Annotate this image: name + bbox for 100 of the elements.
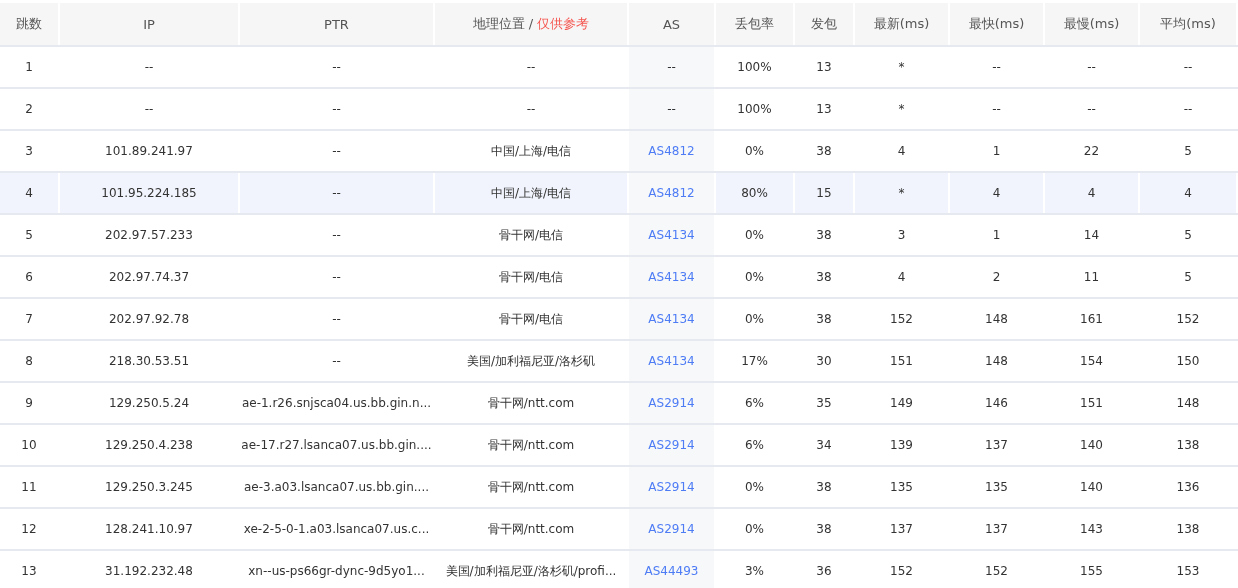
table-row[interactable]: 10 129.250.4.238 ae-17.r27.lsanca07.us.bb.gin.... 骨干网/ntt.com AS2914 6% 34 139 137 140 138 xyxy=(0,425,1238,467)
table-cell: 100% xyxy=(716,89,795,129)
table-row[interactable]: 2 -- -- -- -- 100% 13 * -- -- -- xyxy=(0,89,1238,131)
column-header: AS xyxy=(629,3,716,45)
table-cell: 30 xyxy=(795,341,855,381)
as-link[interactable]: AS2914 xyxy=(629,467,716,507)
header-note: 仅供参考 xyxy=(537,15,590,33)
table-cell: -- xyxy=(1140,89,1238,129)
column-header: 跳数 xyxy=(0,3,60,45)
table-cell: -- xyxy=(240,257,435,297)
table-row[interactable]: 7 202.97.92.78 -- 骨干网/电信 AS4134 0% 38 152 148 161 152 xyxy=(0,299,1238,341)
table-cell: 146 xyxy=(950,383,1045,423)
table-cell: 0% xyxy=(716,257,795,297)
table-cell: 9 xyxy=(0,383,60,423)
table-cell: 129.250.5.24 xyxy=(60,383,240,423)
table-cell: 140 xyxy=(1045,425,1140,465)
as-link[interactable]: AS4134 xyxy=(629,341,716,381)
table-cell: ae-3.a03.lsanca07.us.bb.gin.... xyxy=(240,467,435,507)
table-cell: 148 xyxy=(1140,383,1238,423)
table-cell: 3 xyxy=(855,215,950,255)
table-cell: 3 xyxy=(0,131,60,171)
table-cell: 6% xyxy=(716,383,795,423)
table-row[interactable]: 5 202.97.57.233 -- 骨干网/电信 AS4134 0% 38 3 1 14 5 xyxy=(0,215,1238,257)
table-cell: -- xyxy=(240,131,435,171)
as-link[interactable]: AS2914 xyxy=(629,383,716,423)
table-cell: 152 xyxy=(1140,299,1238,339)
table-cell: 7 xyxy=(0,299,60,339)
table-cell: 129.250.4.238 xyxy=(60,425,240,465)
table-cell: 22 xyxy=(1045,131,1140,171)
table-cell: -- xyxy=(240,47,435,87)
table-cell: 128.241.10.97 xyxy=(60,509,240,549)
table-cell: 6 xyxy=(0,257,60,297)
table-row[interactable]: 6 202.97.74.37 -- 骨干网/电信 AS4134 0% 38 4 2 11 5 xyxy=(0,257,1238,299)
as-link[interactable]: AS2914 xyxy=(629,425,716,465)
table-cell: 202.97.92.78 xyxy=(60,299,240,339)
table-cell: 0% xyxy=(716,509,795,549)
as-link[interactable]: AS4812 xyxy=(629,173,716,213)
table-cell: 152 xyxy=(950,551,1045,588)
table-cell: 151 xyxy=(855,341,950,381)
table-cell: 31.192.232.48 xyxy=(60,551,240,588)
table-cell: 38 xyxy=(795,215,855,255)
table-cell: 80% xyxy=(716,173,795,213)
table-cell: 5 xyxy=(1140,215,1238,255)
table-cell: 5 xyxy=(0,215,60,255)
table-cell: 4 xyxy=(950,173,1045,213)
column-header: 最慢(ms) xyxy=(1045,3,1140,45)
table-row[interactable]: 8 218.30.53.51 -- 美国/加利福尼亚/洛杉矶 AS4134 17% 30 151 148 154 150 xyxy=(0,341,1238,383)
table-cell: 8 xyxy=(0,341,60,381)
table-cell: 138 xyxy=(1140,425,1238,465)
table-cell: 135 xyxy=(950,467,1045,507)
table-cell: 150 xyxy=(1140,341,1238,381)
table-cell: 101.95.224.185 xyxy=(60,173,240,213)
table-row[interactable]: 12 128.241.10.97 xe-2-5-0-1.a03.lsanca07.us.c... 骨干网/ntt.com AS2914 0% 38 137 137 143 138 xyxy=(0,509,1238,551)
table-cell: -- xyxy=(60,47,240,87)
table-cell: 38 xyxy=(795,131,855,171)
table-cell: -- xyxy=(629,89,716,129)
table-cell: 148 xyxy=(950,299,1045,339)
table-row[interactable]: 9 129.250.5.24 ae-1.r26.snjsca04.us.bb.gin.n... 骨干网/ntt.com AS2914 6% 35 149 146 151 148 xyxy=(0,383,1238,425)
table-cell: 36 xyxy=(795,551,855,588)
table-cell: 148 xyxy=(950,341,1045,381)
table-cell: 161 xyxy=(1045,299,1140,339)
table-cell: 13 xyxy=(795,47,855,87)
table-cell: 149 xyxy=(855,383,950,423)
table-cell: 13 xyxy=(795,89,855,129)
table-cell: 152 xyxy=(855,299,950,339)
table-cell: ae-17.r27.lsanca07.us.bb.gin.... xyxy=(240,425,435,465)
column-header: PTR xyxy=(240,3,435,45)
as-link[interactable]: AS2914 xyxy=(629,509,716,549)
table-row[interactable]: 1 -- -- -- -- 100% 13 * -- -- -- xyxy=(0,47,1238,89)
table-row[interactable]: 4 101.95.224.185 -- 中国/上海/电信 AS4812 80% 15 * 4 4 4 xyxy=(0,173,1238,215)
table-cell: -- xyxy=(240,341,435,381)
header-label: 地理位置 / xyxy=(472,15,534,33)
table-row[interactable]: 11 129.250.3.245 ae-3.a03.lsanca07.us.bb.gin.... 骨干网/ntt.com AS2914 0% 38 135 135 140 136 xyxy=(0,467,1238,509)
as-link[interactable]: AS4134 xyxy=(629,299,716,339)
table-cell: 10 xyxy=(0,425,60,465)
table-cell: 139 xyxy=(855,425,950,465)
table-cell: 13 xyxy=(0,551,60,588)
table-cell: 0% xyxy=(716,131,795,171)
as-link[interactable]: AS4134 xyxy=(629,257,716,297)
table-cell: 5 xyxy=(1140,257,1238,297)
table-cell: 155 xyxy=(1045,551,1140,588)
as-link[interactable]: AS44493 xyxy=(629,551,716,588)
as-link[interactable]: AS4134 xyxy=(629,215,716,255)
table-cell: -- xyxy=(1045,89,1140,129)
table-cell: 11 xyxy=(1045,257,1140,297)
table-cell: 135 xyxy=(855,467,950,507)
table-cell: 152 xyxy=(855,551,950,588)
table-cell: -- xyxy=(950,47,1045,87)
table-cell: 100% xyxy=(716,47,795,87)
table-row[interactable]: 3 101.89.241.97 -- 中国/上海/电信 AS4812 0% 38 4 1 22 5 xyxy=(0,131,1238,173)
table-cell: ae-1.r26.snjsca04.us.bb.gin.n... xyxy=(240,383,435,423)
table-cell: 38 xyxy=(795,257,855,297)
table-cell: 35 xyxy=(795,383,855,423)
as-link[interactable]: AS4812 xyxy=(629,131,716,171)
table-cell: 4 xyxy=(0,173,60,213)
column-header: 最快(ms) xyxy=(950,3,1045,45)
table-cell: * xyxy=(855,173,950,213)
table-cell: 4 xyxy=(1140,173,1238,213)
table-cell: 143 xyxy=(1045,509,1140,549)
table-cell: 140 xyxy=(1045,467,1140,507)
